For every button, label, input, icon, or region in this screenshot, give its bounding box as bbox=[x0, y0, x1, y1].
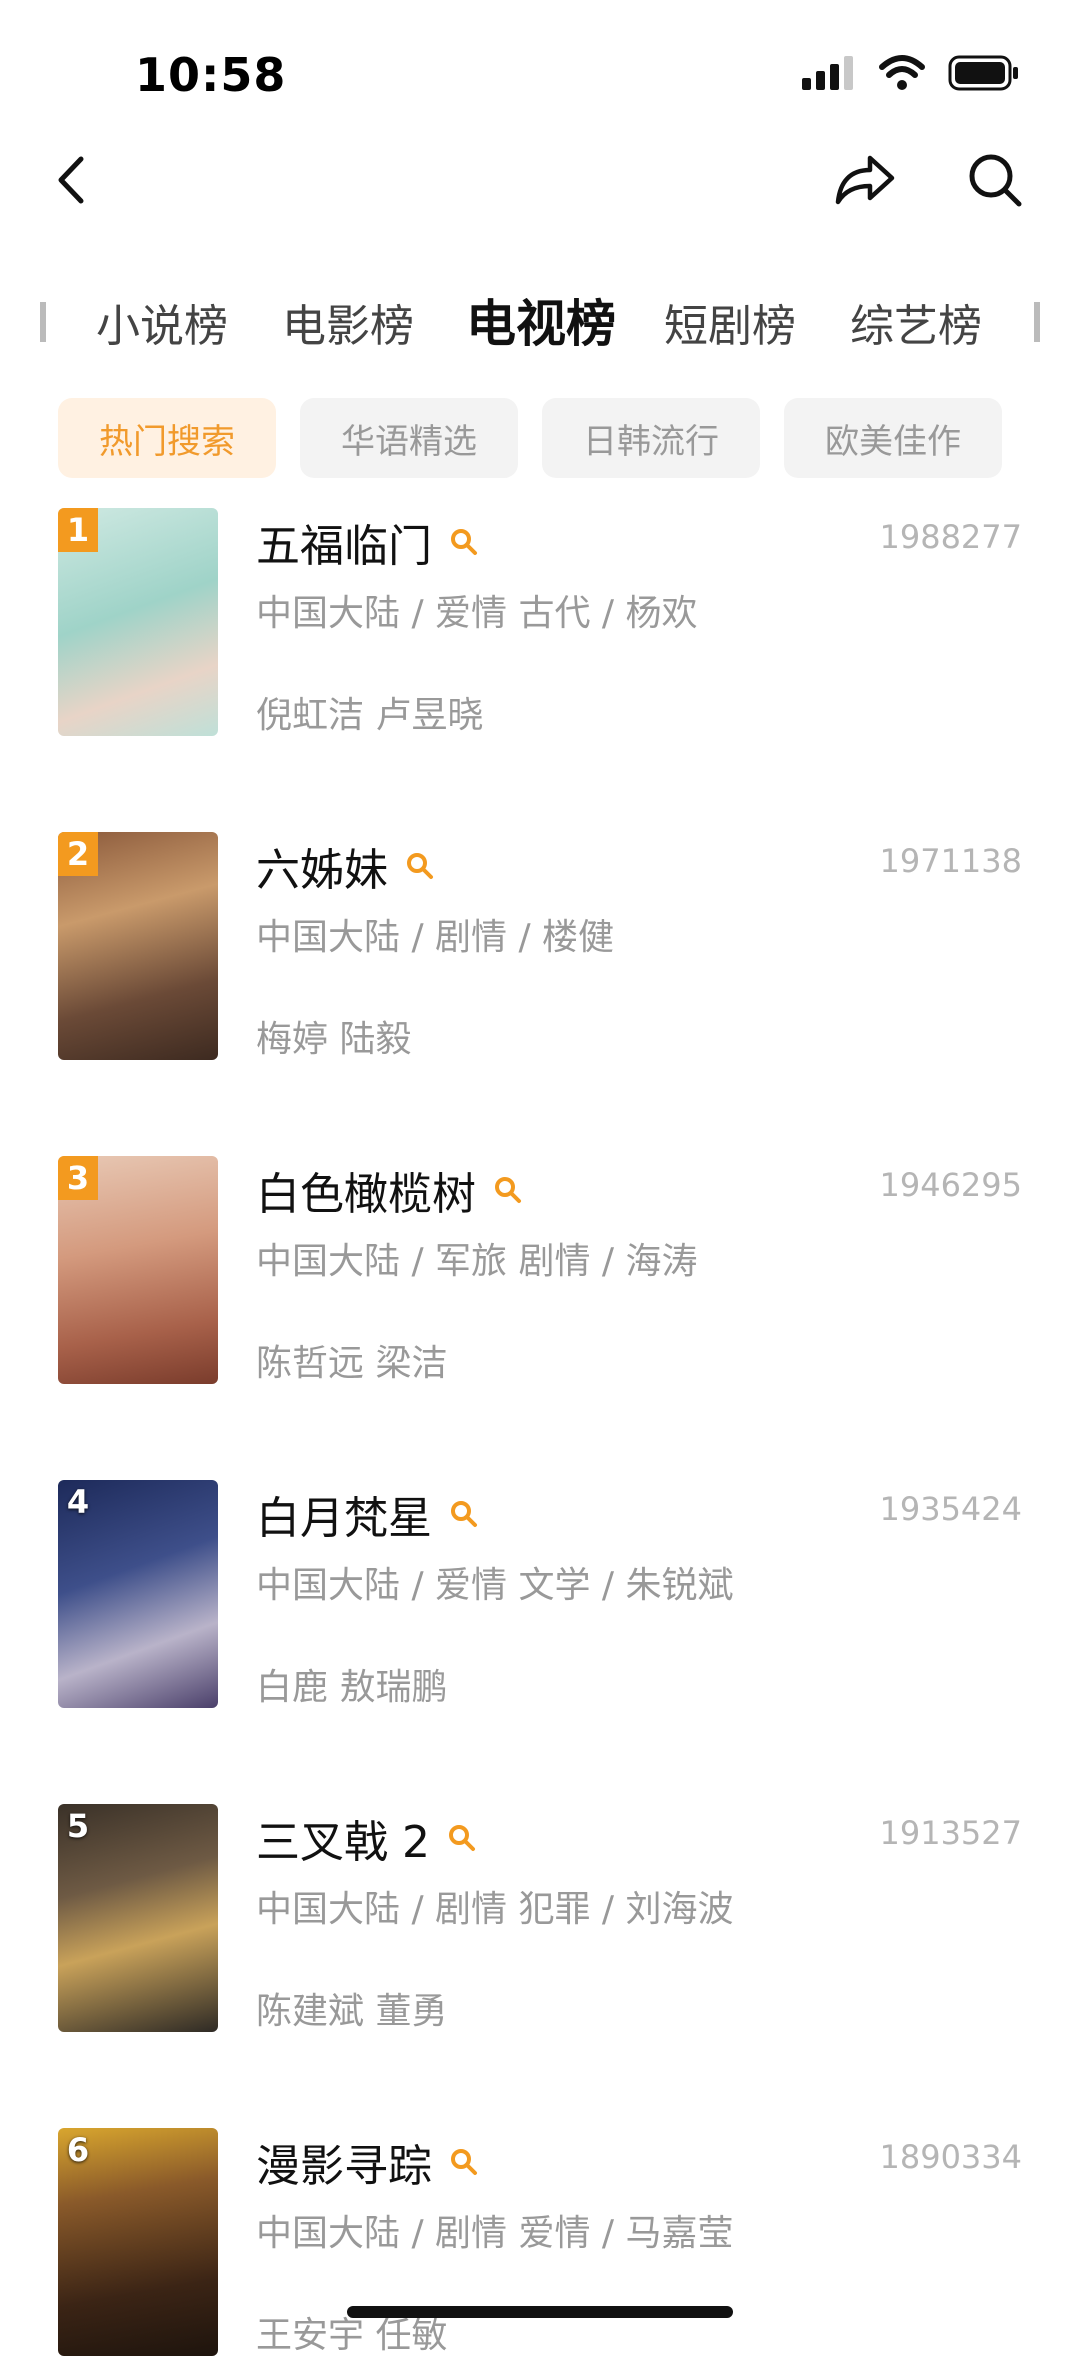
poster-image: 6 bbox=[58, 2128, 218, 2356]
tab-variety[interactable]: 综艺榜 bbox=[850, 290, 982, 354]
rank-badge: 4 bbox=[66, 1483, 90, 1521]
back-button[interactable] bbox=[40, 150, 100, 210]
item-title: 三叉戟 2 bbox=[256, 1817, 430, 1868]
heat-score: 1935424 bbox=[879, 1490, 1022, 1528]
magnifier-badge-icon bbox=[448, 1825, 475, 1851]
status-time: 10:58 bbox=[135, 48, 287, 102]
category-tabs: 小说榜 电影榜 电视榜 短剧榜 综艺榜 bbox=[0, 290, 1080, 370]
wifi-icon bbox=[879, 55, 925, 90]
list-item[interactable]: 4 白月梵星 1935424 中国大陆 / 爱情 文学 / 朱锐斌 白鹿 敖瑞鹏 bbox=[0, 1480, 1080, 1720]
magnifier-badge-icon bbox=[451, 1501, 477, 1527]
item-cast: 陈建斌 董勇 bbox=[256, 1991, 448, 2032]
rank-badge: 6 bbox=[66, 2131, 90, 2169]
magnifier-badge-icon bbox=[407, 853, 433, 879]
share-icon bbox=[835, 155, 895, 205]
chip-chinese[interactable]: 华语精选 bbox=[300, 398, 518, 478]
list-item[interactable]: 5 三叉戟 2 1913527 中国大陆 / 剧情 犯罪 / 刘海波 陈建斌 董… bbox=[0, 1804, 1080, 2044]
item-title: 白色橄榄树 bbox=[256, 1169, 476, 1220]
heat-score: 1971138 bbox=[879, 842, 1022, 880]
item-title: 漫影寻踪 bbox=[256, 2141, 432, 2192]
item-title: 五福临门 bbox=[256, 521, 432, 572]
tab-overflow-left bbox=[40, 302, 46, 342]
item-meta: 中国大陆 / 军旅 剧情 / 海涛 bbox=[256, 1241, 698, 1282]
magnifier-badge-icon bbox=[495, 1177, 521, 1203]
item-cast: 白鹿 敖瑞鹏 bbox=[256, 1667, 448, 1708]
magnifier-badge-icon bbox=[451, 529, 477, 555]
chip-jp-kr[interactable]: 日韩流行 bbox=[542, 398, 760, 478]
poster-image: 5 bbox=[58, 1804, 218, 2032]
home-indicator[interactable] bbox=[347, 2306, 733, 2318]
item-cast: 梅婷 陆毅 bbox=[256, 1019, 412, 1060]
share-button[interactable] bbox=[830, 150, 900, 210]
item-meta: 中国大陆 / 爱情 文学 / 朱锐斌 bbox=[256, 1565, 734, 1606]
battery-icon bbox=[948, 55, 1018, 91]
item-cast: 倪虹洁 卢昱晓 bbox=[256, 695, 484, 736]
list-item[interactable]: 1 五福临门 1988277 中国大陆 / 爱情 古代 / 杨欢 倪虹洁 卢昱晓 bbox=[0, 508, 1080, 748]
item-cast: 陈哲远 梁洁 bbox=[256, 1343, 448, 1384]
tab-movie[interactable]: 电影榜 bbox=[282, 290, 414, 354]
nav-bar bbox=[0, 140, 1080, 220]
heat-score: 1946295 bbox=[879, 1166, 1022, 1204]
list-item[interactable]: 6 漫影寻踪 1890334 中国大陆 / 剧情 爱情 / 马嘉莹 王安宇 任敏 bbox=[0, 2128, 1080, 2368]
tab-short-drama[interactable]: 短剧榜 bbox=[664, 290, 796, 354]
status-icons bbox=[802, 55, 1020, 91]
item-meta: 中国大陆 / 剧情 爱情 / 马嘉莹 bbox=[256, 2213, 734, 2254]
rank-badge: 1 bbox=[58, 508, 98, 552]
chip-western[interactable]: 欧美佳作 bbox=[784, 398, 1002, 478]
poster-image: 4 bbox=[58, 1480, 218, 1708]
poster-image: 2 bbox=[58, 832, 218, 1060]
rank-badge: 5 bbox=[66, 1807, 90, 1845]
status-bar: 10:58 bbox=[0, 0, 1080, 150]
magnifier-badge-icon bbox=[451, 2149, 477, 2175]
chip-hot-search[interactable]: 热门搜索 bbox=[58, 398, 276, 478]
list-item[interactable]: 3 白色橄榄树 1946295 中国大陆 / 军旅 剧情 / 海涛 陈哲远 梁洁 bbox=[0, 1156, 1080, 1396]
item-meta: 中国大陆 / 剧情 犯罪 / 刘海波 bbox=[256, 1889, 734, 1930]
rank-badge: 3 bbox=[58, 1156, 98, 1200]
item-title: 白月梵星 bbox=[256, 1493, 432, 1544]
heat-score: 1913527 bbox=[879, 1814, 1022, 1852]
signal-icon bbox=[802, 56, 853, 90]
poster-image: 3 bbox=[58, 1156, 218, 1384]
heat-score: 1988277 bbox=[879, 518, 1022, 556]
search-icon bbox=[969, 154, 1022, 207]
heat-score: 1890334 bbox=[879, 2138, 1022, 2176]
tab-novel[interactable]: 小说榜 bbox=[96, 290, 228, 354]
rank-badge: 2 bbox=[58, 832, 98, 876]
tab-tv[interactable]: 电视榜 bbox=[466, 290, 616, 356]
poster-image: 1 bbox=[58, 508, 218, 736]
item-meta: 中国大陆 / 剧情 / 楼健 bbox=[256, 917, 615, 958]
search-button[interactable] bbox=[960, 150, 1030, 210]
filter-chips: 热门搜索 华语精选 日韩流行 欧美佳作 bbox=[58, 398, 1002, 478]
back-icon bbox=[58, 156, 84, 204]
list-item[interactable]: 2 六姊妹 1971138 中国大陆 / 剧情 / 楼健 梅婷 陆毅 bbox=[0, 832, 1080, 1072]
item-meta: 中国大陆 / 爱情 古代 / 杨欢 bbox=[256, 593, 698, 634]
tab-overflow-right bbox=[1034, 302, 1040, 342]
item-title: 六姊妹 bbox=[256, 845, 388, 896]
